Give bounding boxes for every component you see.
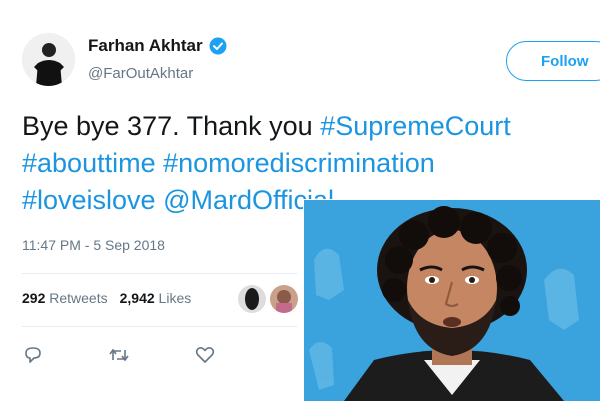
liker-avatars [238,285,298,313]
author-name[interactable]: Farhan Akhtar [88,36,203,56]
liker-avatar[interactable] [238,285,266,313]
follow-button-label: Follow [541,52,589,70]
overlay-photo [303,199,600,402]
retweet-icon[interactable] [108,344,130,366]
engagement-stats: 292 Retweets 2,942 Likes [22,290,191,306]
author-handle[interactable]: @FarOutAkhtar [88,65,193,82]
tweet-text-plain: Bye bye 377. Thank you [22,111,321,141]
hashtag-link[interactable]: #SupremeCourt [320,111,511,141]
hashtag-link[interactable]: #abouttime [22,148,156,178]
likes-stat[interactable]: 2,942 Likes [120,290,192,306]
retweets-label: Retweets [49,290,108,306]
author-avatar[interactable] [22,33,75,86]
hashtag-link[interactable]: #nomorediscrimination [163,148,435,178]
tweet-actions [22,344,280,366]
author-name-row: Farhan Akhtar [88,36,227,56]
verified-badge-icon [209,37,227,55]
heart-icon[interactable] [194,344,216,366]
divider [22,273,297,274]
likes-label: Likes [158,290,192,306]
tweet-timestamp[interactable]: 11:47 PM - 5 Sep 2018 [22,237,165,253]
divider [22,326,297,327]
follow-button[interactable]: Follow [506,41,600,81]
retweets-stat[interactable]: 292 Retweets [22,290,108,306]
retweets-count: 292 [22,290,46,306]
hashtag-link[interactable]: #loveislove [22,185,156,215]
liker-avatar[interactable] [270,285,298,313]
reply-icon[interactable] [22,344,44,366]
likes-count: 2,942 [119,290,155,306]
